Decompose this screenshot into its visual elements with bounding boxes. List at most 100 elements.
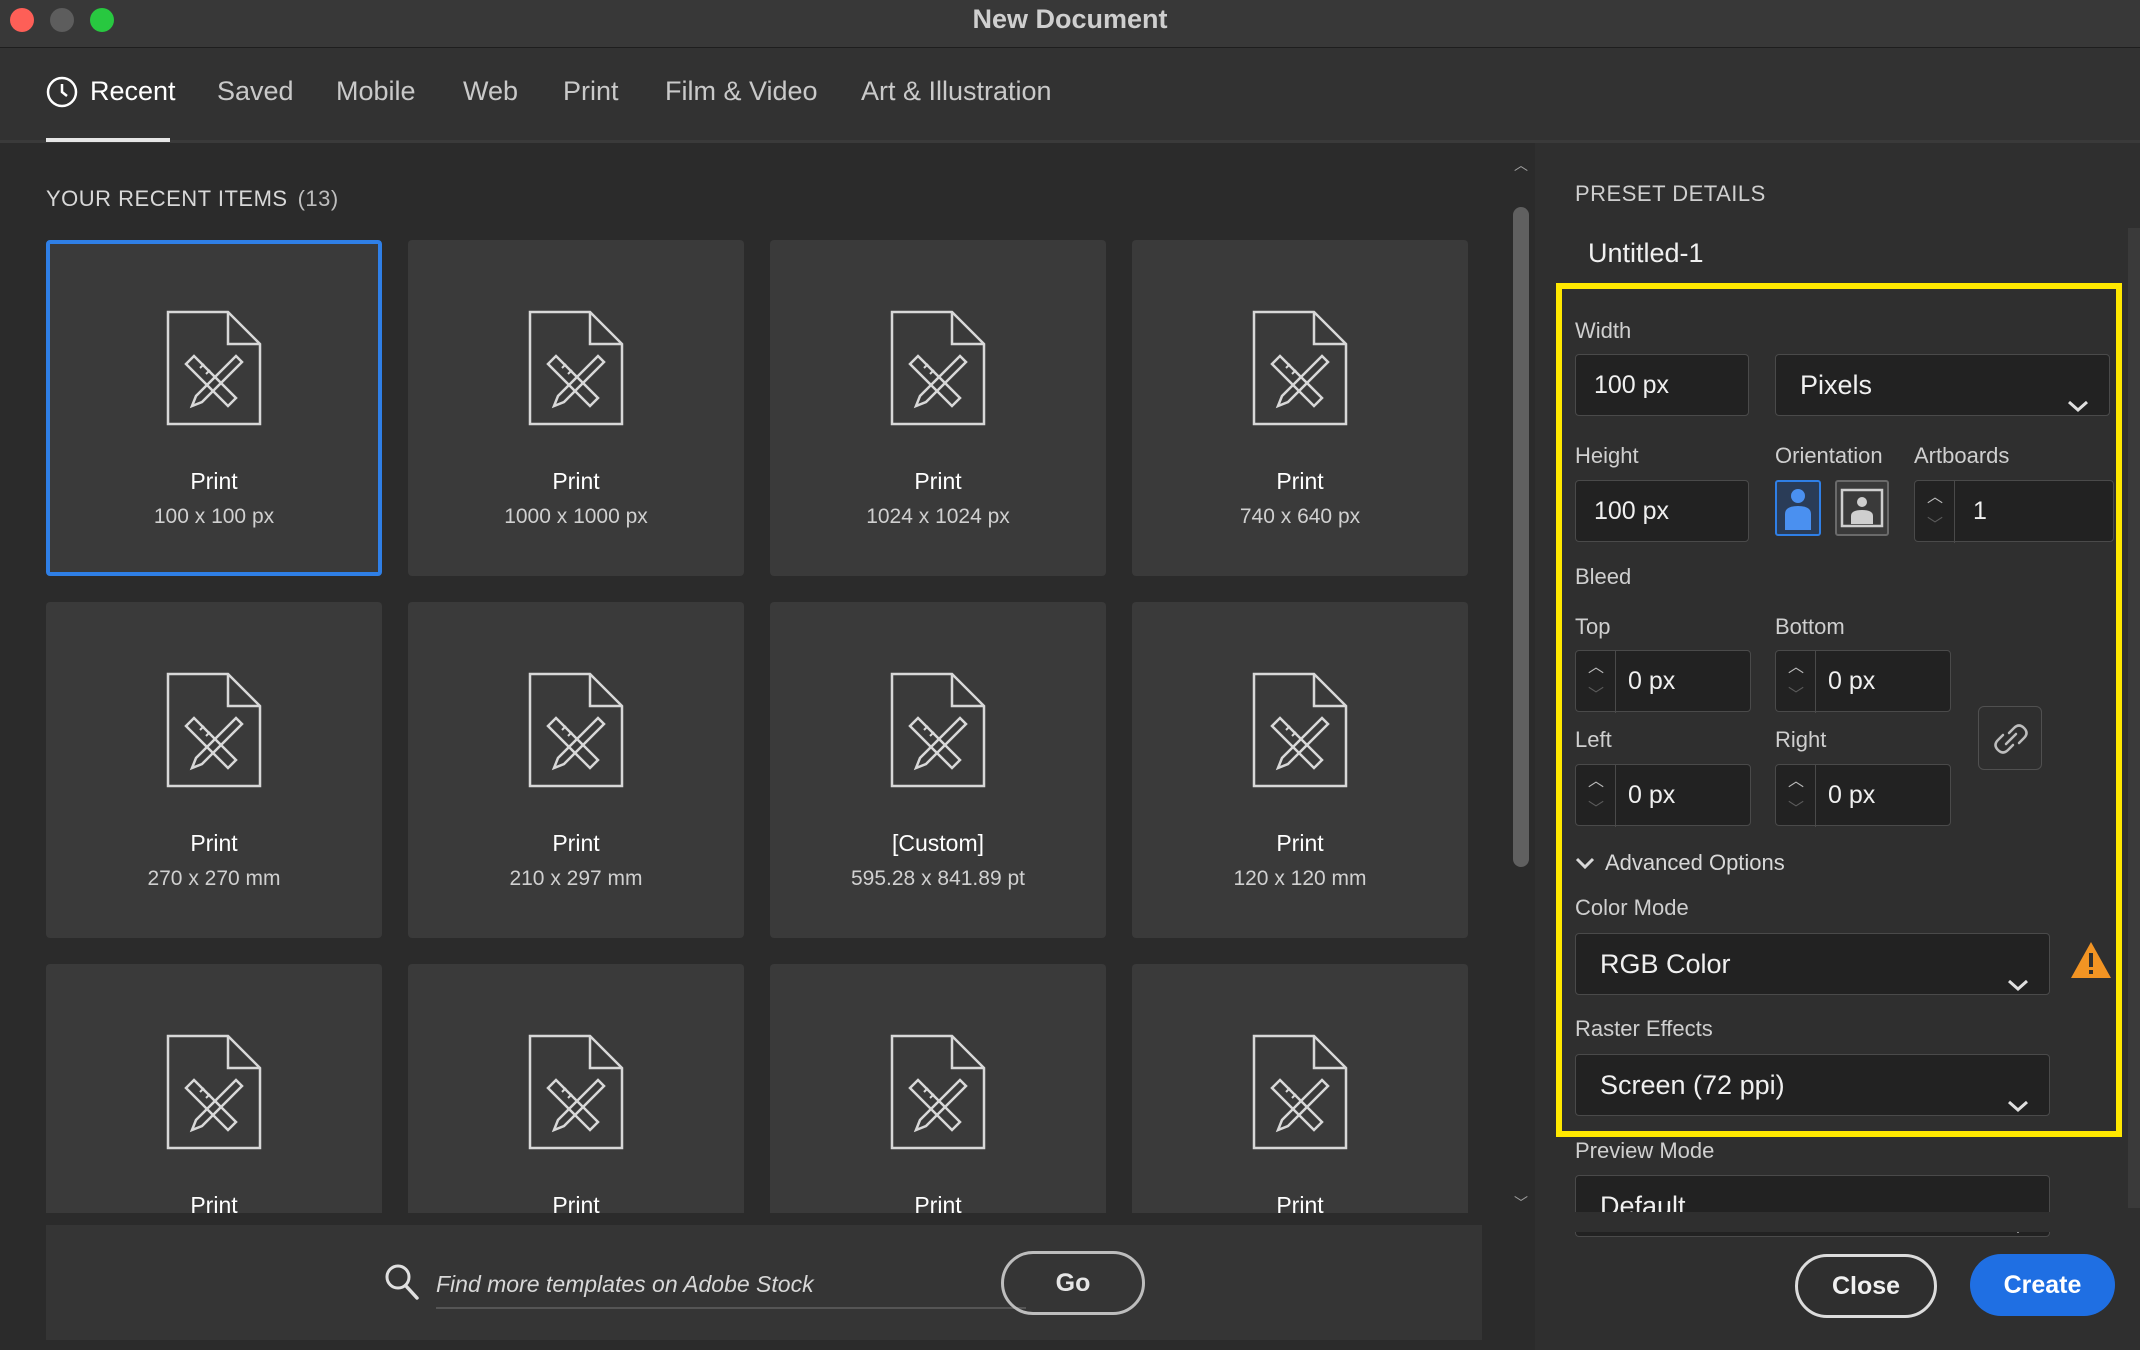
category-tabs: Recent Saved Mobile Web Print Film & Vid… [0,48,2140,143]
document-icon [528,310,624,426]
stock-search-bar: Go [46,1225,1482,1340]
chevron-up-icon[interactable]: ︿ [1576,653,1616,683]
recent-item-size: 1024 x 1024 px [866,505,1010,528]
bleed-bottom-label: Bottom [1775,614,1845,639]
color-mode-dropdown[interactable]: RGB Color [1575,933,2050,995]
preview-mode-label: Preview Mode [1575,1138,1715,1163]
bleed-top-stepper[interactable]: ︿ ﹀ [1576,651,1616,713]
recent-item-tile[interactable]: Print 740 x 640 px [1132,240,1468,576]
chevron-down-icon [2007,954,2029,1014]
bleed-bottom-value: 0 px [1828,667,1876,695]
preset-details-heading: PRESET DETAILS [1575,181,1766,206]
bleed-top-value: 0 px [1628,667,1676,695]
landscape-orientation-button[interactable] [1835,480,1889,536]
chevron-down-icon[interactable]: ﹀ [1776,681,1816,711]
bleed-right-field[interactable]: ︿ ﹀ 0 px [1775,764,1951,827]
width-label: Width [1575,318,1632,343]
chevron-up-icon[interactable]: ︿ [1576,767,1616,797]
artboards-field[interactable]: ︿ ﹀ 1 [1914,480,2114,543]
bleed-left-stepper[interactable]: ︿ ﹀ [1576,765,1616,827]
tab-print[interactable]: Print [563,76,619,142]
color-mode-label: Color Mode [1575,895,1689,920]
document-name-field[interactable]: Untitled-1 [1588,238,1704,269]
bleed-top-field[interactable]: ︿ ﹀ 0 px [1575,650,1751,713]
orientation-label: Orientation [1775,443,1883,468]
tab-film-video[interactable]: Film & Video [665,76,818,142]
artboards-stepper[interactable]: ︿ ﹀ [1915,481,1955,543]
recent-item-name: Print [1276,830,1324,856]
recent-scrollbar[interactable]: ︿ ﹀ [1510,155,1532,1213]
document-icon [890,1034,986,1150]
raster-effects-dropdown[interactable]: Screen (72 ppi) [1575,1054,2050,1116]
tab-web[interactable]: Web [463,76,518,142]
chevron-down-icon[interactable]: ﹀ [1576,795,1616,825]
scroll-thumb[interactable] [1513,207,1529,867]
recent-item-tile[interactable]: Print 100 x 100 px [46,240,382,576]
units-dropdown[interactable]: Pixels [1775,354,2110,416]
preset-scrollbar[interactable] [2128,228,2140,1208]
advanced-options-toggle[interactable]: Advanced Options [1575,850,1785,876]
height-field[interactable]: 100 px [1575,480,1749,542]
recent-item-name: Print [1276,468,1324,494]
bleed-bottom-stepper[interactable]: ︿ ﹀ [1776,651,1816,713]
link-icon [1994,724,2028,754]
chevron-down-icon[interactable]: ﹀ [1915,511,1955,541]
recent-item-tile[interactable]: Print 1000 x 1000 px [408,240,744,576]
window-title: New Document [972,4,1168,34]
bleed-left-field[interactable]: ︿ ﹀ 0 px [1575,764,1751,827]
advanced-options-label: Advanced Options [1605,850,1785,875]
clock-icon [46,76,78,108]
recent-item-name: Print [552,830,600,856]
landscape-icon [1840,488,1884,528]
bleed-right-label: Right [1775,727,1827,752]
recent-item-size: 740 x 640 px [1239,505,1361,528]
recent-item-size: 120 x 120 mm [1233,867,1367,890]
bleed-left-value: 0 px [1628,781,1676,809]
chevron-up-icon[interactable]: ︿ [1776,653,1816,683]
recent-item-name: Print [914,468,962,494]
recent-item-tile[interactable]: [Custom] 595.28 x 841.89 pt [770,602,1106,938]
chevron-down-icon[interactable]: ﹀ [1576,681,1616,711]
chevron-down-icon[interactable]: ﹀ [1776,795,1816,825]
recent-items-panel: YOUR RECENT ITEMS (13) Print 100 x 100 px P… [0,143,1500,1350]
chevron-up-icon[interactable]: ︿ [1776,767,1816,797]
chevron-down-icon [2067,375,2089,435]
scroll-up-arrow[interactable]: ︿ [1510,155,1532,175]
recent-item-tile[interactable]: Print 120 x 120 mm [1132,602,1468,938]
document-icon [166,672,262,788]
portrait-icon [1785,489,1811,530]
width-field[interactable]: 100 px [1575,354,1749,416]
bleed-bottom-field[interactable]: ︿ ﹀ 0 px [1775,650,1951,713]
create-button[interactable]: Create [1970,1254,2115,1316]
stock-search-input[interactable] [436,1261,1026,1309]
link-bleed-button[interactable] [1978,706,2042,770]
recent-item-name: Print [190,468,238,494]
bleed-right-stepper[interactable]: ︿ ﹀ [1776,765,1816,827]
close-button[interactable]: Close [1795,1254,1937,1318]
recent-item-name: Print [552,468,600,494]
raster-effects-value: Screen (72 ppi) [1600,1070,1785,1100]
title-bar: New Document [0,0,2140,48]
portrait-orientation-button[interactable] [1775,480,1821,536]
search-icon [384,1263,420,1306]
recent-item-tile[interactable]: Print 210 x 297 mm [408,602,744,938]
recent-item-size: 100 x 100 px [153,505,275,528]
recent-item-tile[interactable]: Print 1024 x 1024 px [770,240,1106,576]
document-icon [1252,672,1348,788]
raster-effects-label: Raster Effects [1575,1016,1713,1041]
document-icon [1252,310,1348,426]
document-icon [890,310,986,426]
go-button[interactable]: Go [1001,1251,1145,1315]
tab-recent[interactable]: Recent [46,76,176,142]
recent-count: (13) [297,186,339,211]
document-icon [166,1034,262,1150]
warning-icon[interactable] [2069,940,2113,985]
recent-item-tile[interactable]: Print 270 x 270 mm [46,602,382,938]
bleed-right-value: 0 px [1828,781,1876,809]
tab-art-illustration[interactable]: Art & Illustration [861,76,1052,142]
recent-item-name: [Custom] [891,830,985,856]
tab-saved[interactable]: Saved [217,76,294,142]
chevron-up-icon[interactable]: ︿ [1915,483,1955,513]
tab-mobile[interactable]: Mobile [336,76,416,142]
scroll-down-arrow[interactable]: ﹀ [1510,1193,1532,1213]
